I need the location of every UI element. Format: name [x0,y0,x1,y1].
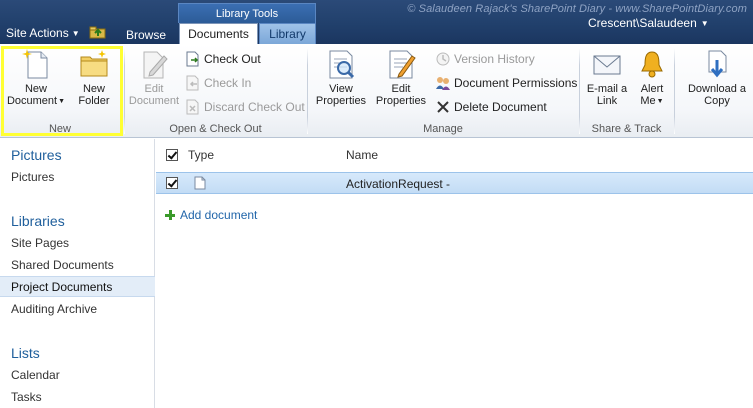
user-name: Crescent\Salaudeen [588,16,697,30]
email-link-label-1: E-mail a [586,83,628,95]
discard-check-out-label: Discard Check Out [204,100,305,114]
check-in-icon [186,75,199,91]
new-folder-label-2: Folder [78,95,110,107]
nav-item-tasks[interactable]: Tasks [0,387,155,408]
document-list: Type Name ActivationRequest - Add docume… [156,139,753,408]
edit-document-icon [143,51,168,79]
version-history-button[interactable]: Version History [435,49,535,69]
edit-properties-button[interactable]: Edit Properties [372,48,430,107]
tab-documents[interactable]: Documents [179,23,258,45]
version-history-icon [436,52,450,66]
table-row[interactable]: ActivationRequest - [156,172,753,194]
watermark: © Salaudeen Rajack's SharePoint Diary - … [407,3,747,15]
chevron-down-icon: ▼ [71,29,80,38]
navigate-up-icon[interactable] [89,25,107,39]
document-permissions-label: Document Permissions [454,76,578,90]
top-bar: © Salaudeen Rajack's SharePoint Diary - … [0,0,753,45]
version-history-label: Version History [454,52,535,66]
new-folder-button[interactable]: New Folder [68,48,120,107]
edit-properties-icon [389,50,416,79]
alert-me-label-1: Alert [640,83,664,95]
row-checkbox[interactable] [166,177,178,189]
delete-document-button[interactable]: Delete Document [435,97,547,117]
add-document-label: Add document [180,208,258,222]
add-document-link[interactable]: Add document [165,208,257,222]
view-properties-label-1: View [329,83,353,95]
edit-document-label-1: Edit [144,83,164,95]
edit-properties-label-1: Edit [391,83,411,95]
column-header-name[interactable]: Name [346,148,378,162]
alert-bell-icon [641,51,663,78]
nav-heading-pictures[interactable]: Pictures [11,147,62,163]
ribbon: New Document▼ New Folder New Edit Docume… [0,44,753,138]
chevron-down-icon: ▼ [58,98,66,105]
ribbon-group-label-new: New [48,123,71,135]
alert-me-button[interactable]: Alert Me▼ [634,48,670,108]
document-icon [194,176,206,190]
discard-check-out-button[interactable]: Discard Check Out [185,97,305,117]
ribbon-group-share-track: E-mail a Link Alert Me▼ Share & Track [580,44,673,138]
check-out-label: Check Out [204,52,261,66]
ribbon-group-copies: Download a Copy [675,44,753,138]
delete-icon [437,101,449,113]
nav-item-shared-documents[interactable]: Shared Documents [0,255,155,276]
new-folder-label-1: New [82,83,105,95]
site-actions-label: Site Actions [6,26,69,40]
ribbon-group-label-open-check-out: Open & Check Out [169,123,262,135]
check-in-label: Check In [204,76,252,90]
nav-item-pictures[interactable]: Pictures [0,167,155,188]
plus-icon [165,210,175,220]
document-permissions-button[interactable]: Document Permissions [435,73,577,93]
nav-heading-lists[interactable]: Lists [11,345,40,361]
select-all-checkbox[interactable] [166,149,178,161]
check-out-button[interactable]: Check Out [185,49,261,69]
ribbon-group-label-share-track: Share & Track [591,123,662,135]
ribbon-group-new: New Document▼ New Folder New [0,44,120,138]
library-tools-header: Library Tools [178,3,316,23]
new-document-label-1: New [24,83,47,95]
discard-check-out-icon [186,99,199,115]
view-properties-button[interactable]: View Properties [312,48,370,107]
nav-item-site-pages[interactable]: Site Pages [0,233,155,254]
nav-heading-libraries[interactable]: Libraries [11,213,65,229]
tab-browse[interactable]: Browse [126,28,166,42]
check-out-icon [186,51,199,67]
view-properties-label-2: Properties [315,95,367,107]
delete-document-label: Delete Document [454,100,547,114]
new-document-icon [22,49,48,79]
download-copy-button[interactable]: Download a Copy [681,48,753,107]
nav-item-calendar[interactable]: Calendar [0,365,155,386]
edit-document-label-2: Document [128,95,180,107]
site-actions-menu[interactable]: Site Actions ▼ [6,26,80,40]
ribbon-group-label-manage: Manage [423,123,463,135]
view-properties-icon [329,50,355,79]
email-icon [593,55,621,75]
new-folder-icon [80,50,108,77]
new-document-button[interactable]: New Document▼ [6,48,66,108]
list-header-row: Type Name [156,145,753,167]
alert-me-label-2: Me [640,95,656,107]
tab-library[interactable]: Library [259,23,316,44]
user-menu[interactable]: Crescent\Salaudeen ▼ [588,16,709,30]
document-permissions-icon [436,77,450,90]
download-copy-label-1: Download a [687,83,747,95]
download-copy-label-2: Copy [704,95,730,107]
chevron-down-icon: ▼ [700,19,709,28]
ribbon-group-open-check-out: Edit Document Check Out Check In Discard… [125,44,306,138]
edit-document-button[interactable]: Edit Document [127,48,181,107]
edit-properties-label-2: Properties [375,95,427,107]
nav-item-auditing-archive[interactable]: Auditing Archive [0,299,155,320]
column-header-type[interactable]: Type [188,148,214,162]
ribbon-group-manage: View Properties Edit Properties Version … [308,44,578,138]
nav-item-project-documents[interactable]: Project Documents [0,276,155,297]
chevron-down-icon: ▼ [656,98,664,105]
check-in-button[interactable]: Check In [185,73,251,93]
email-link-button[interactable]: E-mail a Link [583,48,631,107]
new-document-label-2: Document [6,95,58,107]
download-icon [708,50,727,78]
quick-launch: Pictures Pictures Libraries Site Pages S… [0,139,155,408]
email-link-label-2: Link [596,95,618,107]
row-name-link[interactable]: ActivationRequest - [346,177,450,191]
